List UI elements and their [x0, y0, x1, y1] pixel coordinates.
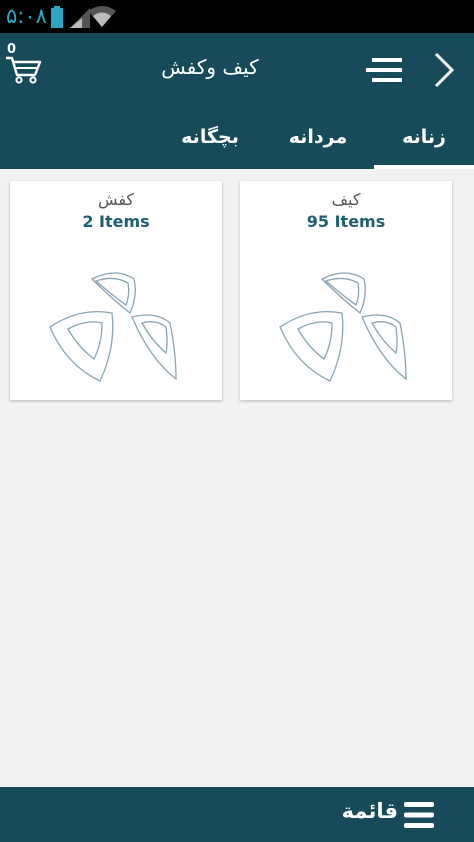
tab-bar: زنانه مردانه بچگانه: [0, 113, 474, 169]
wifi-icon: [88, 6, 116, 27]
item-count-value: 95: [306, 212, 330, 231]
category-item-count: 95 Items: [240, 212, 452, 231]
placeholder-logo-icon: [279, 272, 407, 382]
tab-kids[interactable]: بچگانه: [160, 113, 260, 169]
battery-icon: [51, 6, 63, 28]
category-item-count: 2 Items: [10, 212, 222, 231]
status-bar: ۵:۰۸: [0, 0, 474, 33]
item-count-value: 2: [82, 212, 94, 231]
category-name: کیف: [331, 190, 361, 209]
category-card-bags[interactable]: کیف 95 Items: [240, 181, 452, 400]
content-area: کیف 95 Items کفش 2 Items: [0, 169, 474, 787]
bottom-menu-bar[interactable]: قائمة: [0, 787, 474, 842]
status-time: ۵:۰۸: [6, 4, 47, 28]
chevron-right-icon[interactable]: [430, 50, 458, 90]
placeholder-logo-icon: [49, 272, 177, 382]
page-title: کیف وکفش: [161, 55, 259, 79]
category-name: کفش: [97, 190, 135, 209]
item-count-unit: Items: [99, 212, 150, 231]
bottom-menu-label: قائمة: [341, 799, 398, 823]
tab-men[interactable]: مردانه: [268, 113, 368, 169]
tab-women[interactable]: زنانه: [374, 113, 474, 169]
menu-icon[interactable]: [366, 56, 404, 84]
category-card-shoes[interactable]: کفش 2 Items: [10, 181, 222, 400]
cart-icon[interactable]: [4, 42, 44, 86]
item-count-unit: Items: [334, 212, 386, 231]
list-icon[interactable]: [404, 801, 434, 829]
